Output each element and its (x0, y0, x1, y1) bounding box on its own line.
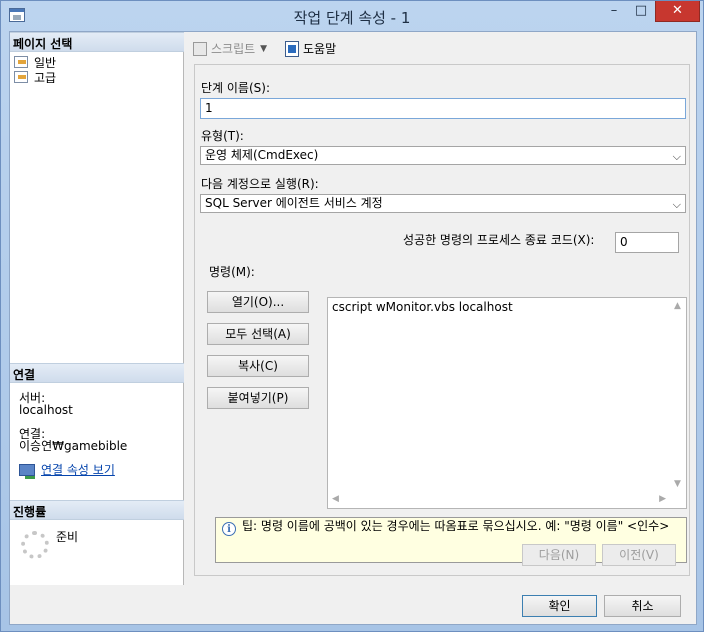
sidebar: 페이지 선택 일반 고급 연결 서버: localhost 연결: 이승연₩ga… (10, 32, 184, 585)
run-as-select[interactable]: SQL Server 에이전트 서비스 계정 ⌵ (200, 194, 686, 213)
type-label: 유형(T): (201, 129, 244, 143)
paste-button[interactable]: 붙여넣기(P) (207, 387, 309, 409)
next-button[interactable]: 다음(N) (522, 544, 596, 566)
progress-header: 진행률 (10, 500, 184, 520)
sidebar-item-label: 고급 (34, 70, 57, 85)
script-button[interactable]: 스크립트 ▼ (193, 40, 267, 57)
connection-value: 이승연₩gamebible (19, 439, 128, 453)
chevron-down-icon[interactable]: ▼ (260, 44, 267, 54)
server-value: localhost (19, 403, 73, 417)
script-icon (193, 41, 207, 56)
title-bar[interactable]: 작업 단계 속성 - 1 – □ ✕ (1, 1, 703, 31)
scroll-down-icon[interactable]: ▼ (674, 479, 681, 489)
cancel-button[interactable]: 취소 (604, 595, 681, 617)
horizontal-scrollbar[interactable]: ◀ ▶ (328, 492, 670, 508)
page-icon (14, 71, 28, 83)
connection-header: 연결 (10, 363, 184, 383)
scroll-up-icon[interactable]: ▲ (674, 301, 681, 311)
page-icon (14, 56, 28, 68)
exit-code-label: 성공한 명령의 프로세스 종료 코드(X): (403, 233, 595, 247)
sidebar-item-advanced[interactable]: 고급 (14, 69, 56, 85)
chevron-down-icon[interactable]: ⌵ (673, 149, 681, 164)
scroll-left-icon[interactable]: ◀ (332, 494, 339, 504)
command-label: 명령(M): (209, 265, 255, 279)
chevron-down-icon[interactable]: ⌵ (673, 197, 681, 212)
command-textarea[interactable]: cscript wMonitor.vbs localhost ▲ ▼ ◀ ▶ (327, 297, 687, 509)
dialog-client: 페이지 선택 일반 고급 연결 서버: localhost 연결: 이승연₩ga… (9, 31, 697, 625)
view-connection-properties[interactable]: 연결 속성 보기 (19, 461, 115, 479)
copy-button[interactable]: 복사(C) (207, 355, 309, 377)
help-label: 도움말 (303, 42, 337, 56)
info-icon: i (222, 522, 236, 536)
help-icon (285, 40, 299, 57)
vertical-scrollbar[interactable]: ▲ ▼ (670, 298, 686, 492)
step-name-input[interactable]: 1 (200, 98, 686, 119)
type-value: 운영 체제(CmdExec) (205, 148, 319, 162)
prev-button[interactable]: 이전(V) (602, 544, 676, 566)
page-select-header: 페이지 선택 (10, 32, 184, 52)
tip-text: 팁: 명령 이름에 공백이 있는 경우에는 따옴표로 묶으십시오. 예: "명령… (242, 519, 670, 533)
exit-code-input[interactable]: 0 (615, 232, 679, 253)
minimize-button[interactable]: – (601, 1, 627, 22)
type-select[interactable]: 운영 체제(CmdExec) ⌵ (200, 146, 686, 165)
command-text[interactable]: cscript wMonitor.vbs localhost (332, 300, 513, 314)
run-as-label: 다음 계정으로 실행(R): (201, 177, 319, 191)
run-as-value: SQL Server 에이전트 서비스 계정 (205, 196, 383, 210)
connection-icon (19, 463, 35, 479)
select-all-button[interactable]: 모두 선택(A) (207, 323, 309, 345)
progress-status: 준비 (56, 530, 79, 544)
step-name-label: 단계 이름(S): (201, 81, 270, 95)
toolbar: 스크립트 ▼ 도움말 (185, 32, 697, 64)
script-label: 스크립트 (211, 42, 256, 56)
maximize-button[interactable]: □ (628, 1, 654, 22)
dialog-window: 작업 단계 속성 - 1 – □ ✕ 페이지 선택 일반 고급 연결 서버: l… (0, 0, 704, 632)
general-page: 단계 이름(S): 1 유형(T): 운영 체제(CmdExec) ⌵ 다음 계… (194, 64, 690, 576)
window-title: 작업 단계 속성 - 1 (293, 9, 411, 27)
help-button[interactable]: 도움말 (285, 40, 336, 57)
close-button[interactable]: ✕ (655, 1, 700, 22)
ok-button[interactable]: 확인 (522, 595, 597, 617)
open-button[interactable]: 열기(O)... (207, 291, 309, 313)
progress-spinner-icon (21, 531, 49, 559)
view-connection-link[interactable]: 연결 속성 보기 (41, 461, 115, 478)
scroll-right-icon[interactable]: ▶ (659, 494, 666, 504)
